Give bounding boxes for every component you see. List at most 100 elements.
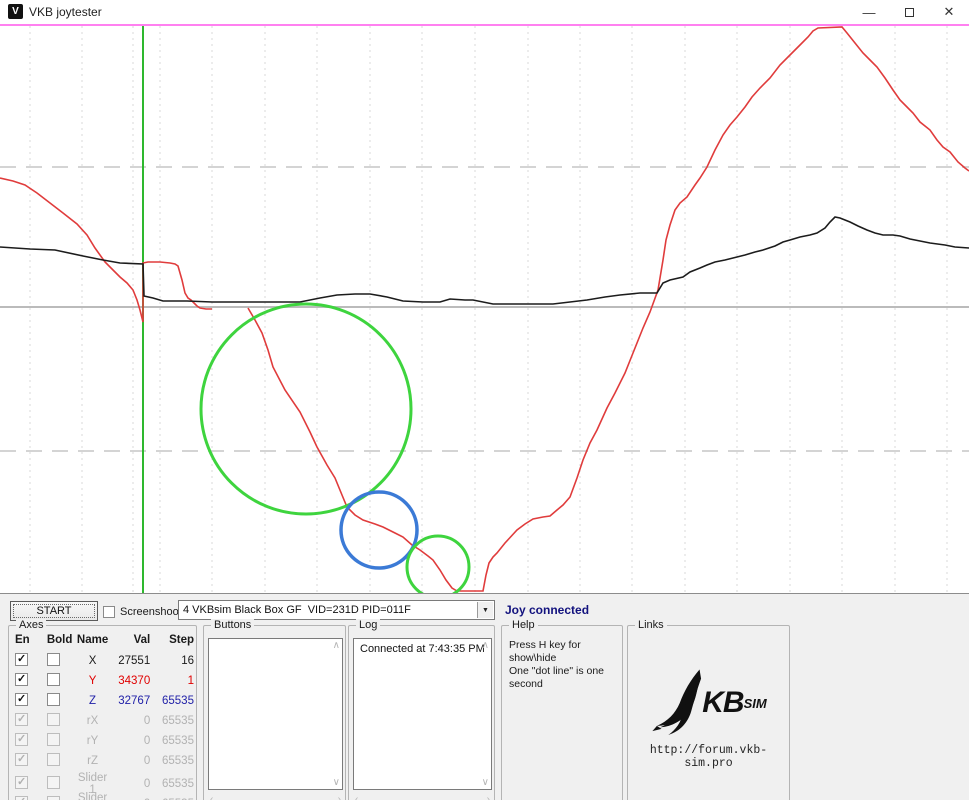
bold-checkbox-slider2	[47, 796, 60, 800]
connection-status: Joy connected	[505, 603, 589, 617]
axis-name: Slider 2	[75, 792, 111, 800]
annotation-circle-green-small	[407, 536, 469, 593]
header-name: Name	[75, 634, 111, 646]
axes-table-header: En Bold Name Val Step	[9, 634, 196, 646]
axis-value: 32767	[110, 695, 154, 707]
device-select[interactable]: 4 VKBsim Black Box GF VID=231D PID=011F …	[178, 600, 495, 620]
axis-name: Z	[75, 695, 111, 707]
device-selected-value: 4 VKBsim Black Box GF VID=231D PID=011F	[183, 604, 411, 616]
scroll-up-icon[interactable]: ∧	[333, 640, 340, 651]
logo-kb-text: KB	[702, 686, 743, 720]
axis-step: 65535	[154, 735, 196, 747]
screenshot-label: Screenshoot	[120, 606, 182, 618]
chevron-down-icon[interactable]: ▼	[477, 602, 493, 618]
bold-checkbox-z[interactable]	[47, 693, 60, 706]
bold-checkbox-slider1	[47, 776, 60, 789]
bold-checkbox-rx	[47, 713, 60, 726]
axes-row-x: X2755116	[9, 653, 196, 669]
header-bold: Bold	[47, 634, 75, 646]
forum-link[interactable]: http://forum.vkb-sim.pro	[628, 744, 789, 770]
log-entry: Connected at 7:43:35 PM	[354, 639, 491, 659]
axis-value: 0	[110, 778, 154, 790]
axes-row-slider2: Slider 2065535	[9, 792, 196, 800]
axis-step: 1	[154, 675, 196, 687]
axes-group: Axes En Bold Name Val Step X2755116Y3437…	[8, 625, 197, 800]
axis-step: 65535	[154, 695, 196, 707]
start-button[interactable]: START	[10, 601, 98, 621]
joystick-trace-plot	[0, 26, 969, 593]
annotation-circle-green-large	[201, 304, 411, 514]
log-group: Log Connected at 7:43:35 PM ∧ ∨ ‹ ›	[348, 625, 495, 800]
annotation-circle-blue	[341, 492, 417, 568]
vkbsim-logo: KBSIM	[628, 668, 789, 738]
axis-value: 0	[110, 735, 154, 747]
bold-checkbox-y[interactable]	[47, 673, 60, 686]
en-checkbox-slider1	[15, 776, 28, 789]
axis-step: 65535	[154, 778, 196, 790]
header-en: En	[9, 634, 47, 646]
log-group-title: Log	[356, 619, 380, 631]
axes-row-rx: rX065535	[9, 713, 196, 729]
axis-y-red-segment-b	[248, 27, 969, 591]
axes-row-z: Z3276765535	[9, 693, 196, 709]
axis-x-black	[0, 217, 969, 304]
en-checkbox-rx	[15, 713, 28, 726]
buttons-listbox[interactable]: ∧ ∨	[208, 638, 343, 790]
en-checkbox-ry	[15, 733, 28, 746]
axis-value: 0	[110, 755, 154, 767]
scroll-right-icon[interactable]: ›	[487, 794, 490, 800]
maximize-icon	[905, 8, 914, 17]
en-checkbox-z[interactable]	[15, 693, 28, 706]
en-checkbox-y[interactable]	[15, 673, 28, 686]
axis-value: 34370	[110, 675, 154, 687]
links-group-title: Links	[635, 619, 667, 631]
app-window: V VKB joytester — ✕ START Screenshoot 4 …	[0, 0, 969, 800]
buttons-group: Buttons ∧ ∨ ‹ ›	[203, 625, 346, 800]
log-listbox[interactable]: Connected at 7:43:35 PM ∧ ∨	[353, 638, 492, 790]
axis-step: 65535	[154, 715, 196, 727]
scroll-right-icon[interactable]: ›	[338, 794, 341, 800]
bold-checkbox-rz	[47, 753, 60, 766]
axes-row-y: Y343701	[9, 673, 196, 689]
axis-value: 0	[110, 715, 154, 727]
axes-row-rz: rZ065535	[9, 753, 196, 769]
minimize-button[interactable]: —	[849, 0, 889, 24]
axis-name: X	[75, 655, 111, 667]
links-group: Links KBSIM http://forum.vkb-sim.pro	[627, 625, 790, 800]
buttons-group-title: Buttons	[211, 619, 254, 631]
axis-name: Y	[75, 675, 111, 687]
help-text: Press H key for show\hide One "dot line"…	[509, 639, 622, 691]
bird-icon	[650, 668, 708, 738]
en-checkbox-x[interactable]	[15, 653, 28, 666]
scroll-up-icon[interactable]: ∧	[482, 640, 489, 651]
bold-checkbox-ry	[47, 733, 60, 746]
logo-sim-text: SIM	[744, 696, 767, 711]
scroll-down-icon[interactable]: ∨	[333, 777, 340, 788]
app-icon: V	[8, 4, 23, 19]
axis-name: rX	[75, 715, 111, 727]
titlebar: V VKB joytester — ✕	[0, 0, 969, 24]
help-group-title: Help	[509, 619, 538, 631]
scroll-left-icon[interactable]: ‹	[355, 794, 358, 800]
scroll-down-icon[interactable]: ∨	[482, 777, 489, 788]
axes-row-ry: rY065535	[9, 733, 196, 749]
header-val: Val	[110, 634, 154, 646]
axis-value: 27551	[110, 655, 154, 667]
axes-group-title: Axes	[16, 619, 46, 631]
buttons-hscrollbar[interactable]: ‹ ›	[208, 794, 343, 800]
chart-canvas	[0, 24, 969, 593]
header-step: Step	[154, 634, 196, 646]
window-title: VKB joytester	[29, 5, 102, 19]
axis-name: rY	[75, 735, 111, 747]
axis-name: rZ	[75, 755, 111, 767]
help-group: Help Press H key for show\hide One "dot …	[501, 625, 623, 800]
axis-step: 16	[154, 655, 196, 667]
screenshot-checkbox[interactable]	[103, 606, 115, 618]
maximize-button[interactable]	[889, 0, 929, 24]
bold-checkbox-x[interactable]	[47, 653, 60, 666]
close-button[interactable]: ✕	[929, 0, 969, 24]
axis-step: 65535	[154, 755, 196, 767]
scroll-left-icon[interactable]: ‹	[210, 794, 213, 800]
control-panel: START Screenshoot 4 VKBsim Black Box GF …	[0, 593, 969, 800]
log-hscrollbar[interactable]: ‹ ›	[353, 794, 492, 800]
